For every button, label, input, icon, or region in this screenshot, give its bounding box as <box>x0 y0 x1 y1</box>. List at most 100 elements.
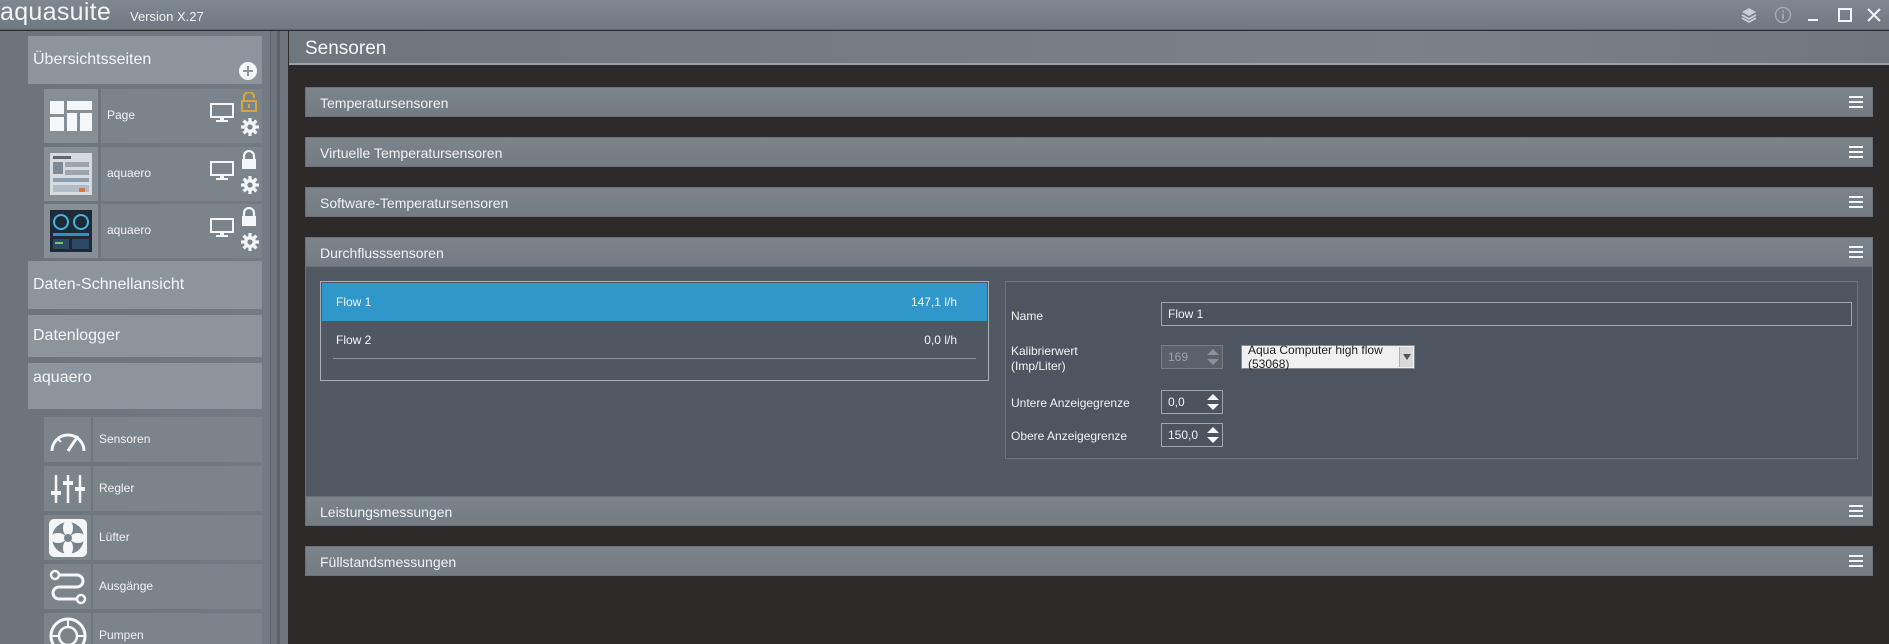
sidebar-item-body: Regler <box>93 466 262 511</box>
spinner-arrows-icon[interactable] <box>1205 347 1221 367</box>
hamburger-menu-icon[interactable] <box>1848 503 1864 519</box>
quick-view-label: Daten-Schnellansicht <box>33 276 185 293</box>
sensor-type-value: Aqua Computer high flow (53068) <box>1248 343 1383 371</box>
calibration-value-stepper[interactable]: 169 <box>1161 345 1223 369</box>
minimize-icon[interactable] <box>1802 4 1824 26</box>
upper-limit-label: Obere Anzeigegrenze <box>1011 429 1128 443</box>
overview-pages-label: Übersichtsseiten <box>33 51 152 68</box>
sidebar-item-label: Regler <box>99 481 135 495</box>
page-item-label: aquaero <box>107 223 152 237</box>
device-nav[interactable]: aquaero <box>28 363 262 409</box>
sidebar-item-label: Lüfter <box>99 530 130 544</box>
flow-sensor-name: Flow 1 <box>336 295 372 309</box>
main-content: Sensoren Temperatursensoren Virtuelle Te… <box>289 31 1889 644</box>
sidebar-item-pumpen[interactable]: Pumpen <box>44 613 262 644</box>
calibration-label: Kalibrierwert (Imp/Liter) <box>1011 344 1078 374</box>
app-name: aquasuite <box>0 0 112 26</box>
upper-limit-stepper[interactable]: 150,0 <box>1161 423 1223 447</box>
fan-icon <box>44 515 91 560</box>
page-item-body: aquaero <box>101 204 262 258</box>
sidebar-item-label: Sensoren <box>99 432 151 446</box>
monitor-icon[interactable] <box>210 103 234 123</box>
sidebar-item-body: Pumpen <box>93 613 262 644</box>
name-label: Name <box>1011 309 1044 323</box>
hamburger-menu-icon[interactable] <box>1848 244 1864 260</box>
flow-sensor-value: 0,0 l/h <box>924 333 957 347</box>
lower-limit-label: Untere Anzeigegrenze <box>1011 396 1130 410</box>
info-icon[interactable] <box>1772 4 1794 26</box>
page-item-body: aquaero <box>101 147 262 201</box>
section-power-measurements[interactable]: Leistungsmessungen <box>305 496 1873 526</box>
flow-sensor-row[interactable]: Flow 2 0,0 l/h <box>322 321 987 359</box>
lock-icon[interactable] <box>240 150 258 170</box>
section-title: Durchflusssensoren <box>320 245 444 261</box>
sidebar-item-body: Lüfter <box>93 515 262 560</box>
datalogger-label: Datenlogger <box>33 327 121 344</box>
section-software-temperature-sensors[interactable]: Software-Temperatursensoren <box>305 187 1873 217</box>
sidebar-item-regler[interactable]: Regler <box>44 466 262 511</box>
layers-icon[interactable] <box>1738 4 1760 26</box>
sliders-icon <box>44 466 91 511</box>
sidebar-item-luefter[interactable]: Lüfter <box>44 515 262 560</box>
overview-page-item[interactable]: Page <box>44 89 262 143</box>
hamburger-menu-icon[interactable] <box>1848 553 1864 569</box>
section-temperature-sensors[interactable]: Temperatursensoren <box>305 87 1873 117</box>
page-thumbnail <box>44 204 98 258</box>
flow-sensor-row[interactable]: Flow 1 147,1 l/h <box>322 283 987 321</box>
device-label: aquaero <box>33 369 92 386</box>
lower-limit-stepper[interactable]: 0,0 <box>1161 390 1223 414</box>
flow-sensor-name: Flow 2 <box>336 333 372 347</box>
list-divider <box>333 358 976 359</box>
section-title: Leistungsmessungen <box>320 504 453 520</box>
flow-sensor-value: 147,1 l/h <box>910 295 957 309</box>
sidebar-scrollbar[interactable] <box>270 31 288 644</box>
section-flow-sensors[interactable]: Durchflusssensoren <box>305 237 1873 267</box>
overview-page-item[interactable]: aquaero <box>44 204 262 258</box>
sensor-type-dropdown[interactable]: Aqua Computer high flow (53068) <box>1241 343 1415 371</box>
section-title: Temperatursensoren <box>320 95 449 111</box>
overview-pages-header[interactable]: Übersichtsseiten <box>28 36 262 84</box>
quick-view-nav[interactable]: Daten-Schnellansicht <box>28 261 262 309</box>
name-field-value: Flow 1 <box>1168 307 1204 321</box>
overview-page-item[interactable]: aquaero <box>44 147 262 201</box>
upper-limit-value: 150,0 <box>1168 428 1199 442</box>
chevron-down-icon[interactable] <box>1399 347 1413 367</box>
page-layout-icon <box>44 89 98 143</box>
section-fill-level-measurements[interactable]: Füllstandsmessungen <box>305 546 1873 576</box>
close-icon[interactable] <box>1863 4 1885 26</box>
section-title: Virtuelle Temperatursensoren <box>320 145 503 161</box>
lock-icon[interactable] <box>240 207 258 227</box>
monitor-icon[interactable] <box>210 161 234 181</box>
sidebar-item-ausgaenge[interactable]: Ausgänge <box>44 564 262 609</box>
sidebar-item-sensoren[interactable]: Sensoren <box>44 417 262 462</box>
unlocked-padlock-icon[interactable] <box>240 92 258 112</box>
datalogger-nav[interactable]: Datenlogger <box>28 315 262 357</box>
section-title: Füllstandsmessungen <box>320 554 457 570</box>
maximize-icon[interactable] <box>1834 4 1856 26</box>
calibration-label-line2: (Imp/Liter) <box>1011 359 1066 373</box>
spinner-arrows-icon[interactable] <box>1205 392 1221 412</box>
gear-icon[interactable] <box>240 232 260 252</box>
hamburger-menu-icon[interactable] <box>1848 94 1864 110</box>
outputs-icon <box>44 564 91 609</box>
page-title: Sensoren <box>305 38 387 59</box>
plus-circle-icon[interactable] <box>238 61 258 86</box>
sidebar-item-label: Pumpen <box>99 628 144 642</box>
monitor-icon[interactable] <box>210 218 234 238</box>
hamburger-menu-icon[interactable] <box>1848 144 1864 160</box>
page-thumbnail <box>44 147 98 201</box>
gear-icon[interactable] <box>240 175 260 195</box>
gear-icon[interactable] <box>240 117 260 137</box>
spinner-arrows-icon[interactable] <box>1205 425 1221 445</box>
name-field[interactable]: Flow 1 <box>1161 302 1852 326</box>
title-bar: aquasuite Version X.27 <box>0 0 1889 30</box>
hamburger-menu-icon[interactable] <box>1848 194 1864 210</box>
calibration-label-line1: Kalibrierwert <box>1011 344 1078 358</box>
pump-icon <box>44 613 91 644</box>
gauge-icon <box>44 417 91 462</box>
flow-sensor-details: Name Flow 1 Kalibrierwert (Imp/Liter) 16… <box>1005 281 1858 459</box>
sidebar-item-label: Ausgänge <box>99 579 154 593</box>
sidebar: Übersichtsseiten Page aquaero aquaero Da… <box>0 31 288 644</box>
page-item-label: aquaero <box>107 166 152 180</box>
section-virtual-temperature-sensors[interactable]: Virtuelle Temperatursensoren <box>305 137 1873 167</box>
